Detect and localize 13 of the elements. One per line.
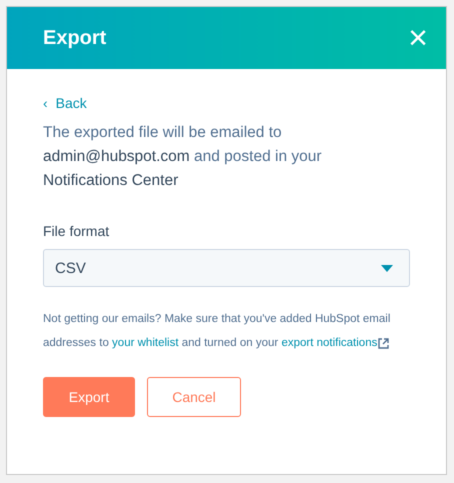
back-link[interactable]: ‹ Back bbox=[43, 95, 87, 111]
export-message: The exported file will be emailed to admin@hubspot.com and posted in your Notifications Center bbox=[43, 123, 323, 191]
close-button[interactable]: × bbox=[408, 21, 428, 55]
cancel-button[interactable]: Cancel bbox=[147, 377, 241, 417]
help-link[interactable]: export notifications bbox=[281, 331, 390, 355]
caret-icon bbox=[381, 264, 393, 272]
dialog-title: Export bbox=[43, 26, 106, 50]
help-text: Not getting our emails? Make sure that you've added HubSpot email addresses to your whitelist and turned on your export notifications bbox=[43, 307, 410, 355]
export-button[interactable]: Export bbox=[43, 377, 135, 417]
help-link[interactable]: your whitelist bbox=[112, 331, 179, 355]
external-link-icon bbox=[378, 338, 390, 348]
file-format-dropdown[interactable]: CSV bbox=[43, 249, 410, 287]
file-format-label: File format bbox=[43, 223, 110, 239]
